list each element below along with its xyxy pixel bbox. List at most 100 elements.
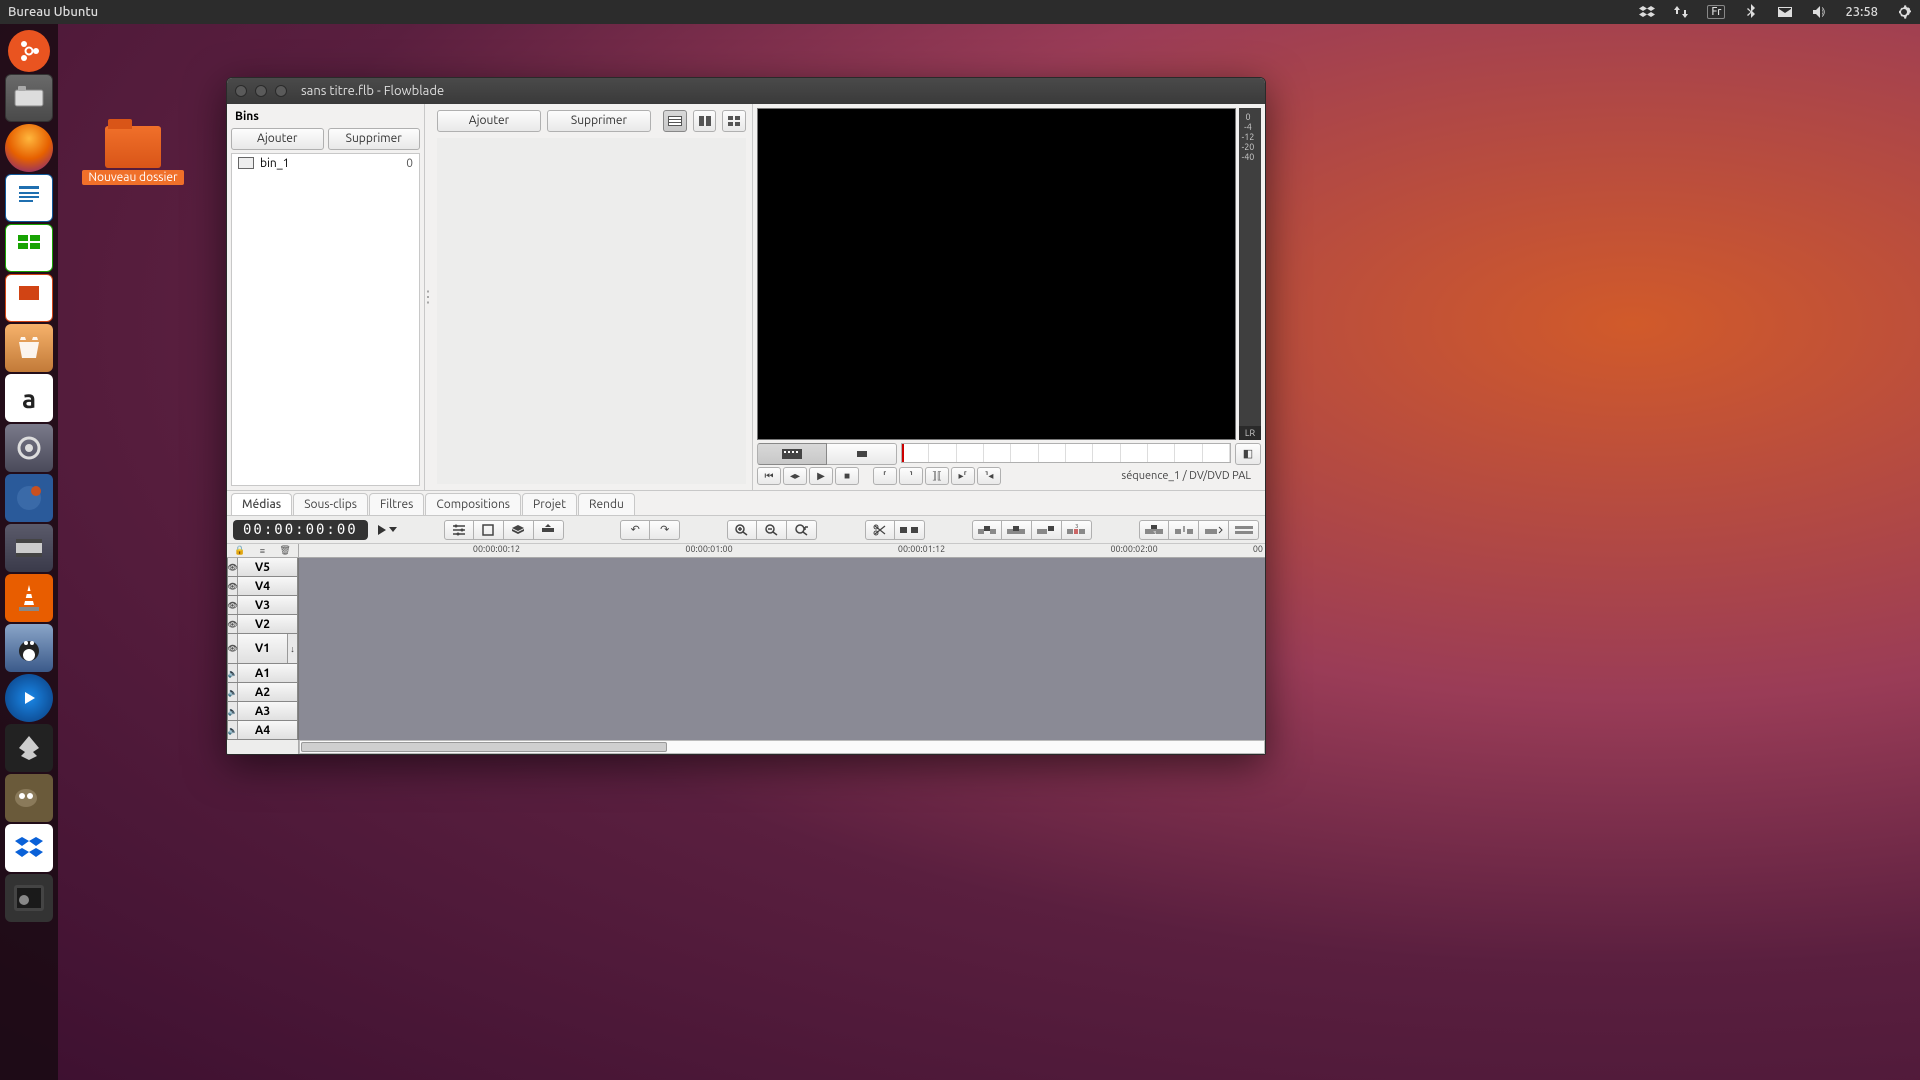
zoom-fit-icon[interactable] (787, 520, 817, 540)
stop-icon[interactable]: ■ (835, 467, 859, 485)
app-launcher-icon-1[interactable] (5, 474, 53, 522)
goto-in-icon[interactable]: ▸⸢ (951, 467, 975, 485)
monitor-mode-film-icon[interactable] (757, 443, 827, 465)
calc-launcher-icon[interactable] (5, 224, 53, 272)
close-icon[interactable] (235, 85, 247, 97)
firefox-launcher-icon[interactable] (5, 124, 53, 172)
volume-tray-icon[interactable] (1811, 4, 1827, 20)
redo-icon[interactable]: ↷ (650, 520, 680, 540)
track-mute-icon[interactable]: 🔈 (228, 683, 238, 701)
tab-filtres[interactable]: Filtres (369, 493, 424, 515)
tab-medias[interactable]: Médias (231, 493, 292, 515)
hscroll-track[interactable] (299, 740, 1265, 754)
gear-tray-icon[interactable] (1896, 4, 1912, 20)
track-expand-icon[interactable]: ↓ (287, 634, 297, 663)
keyboard-lang-indicator[interactable]: Fr (1707, 5, 1725, 19)
zoom-in-icon[interactable] (727, 520, 757, 540)
ruler-head-icons[interactable]: 🔒 ≡ 🗑 (227, 544, 299, 557)
media-delete-button[interactable]: Supprimer (547, 110, 651, 132)
track-visibility-icon[interactable]: 👁 (228, 634, 238, 663)
track-header-v5[interactable]: 👁V5 (227, 558, 298, 577)
three-point-icon[interactable]: 3 (1062, 520, 1092, 540)
resync-icon[interactable] (1229, 520, 1259, 540)
track-header-a2[interactable]: 🔈A2 (227, 683, 298, 702)
tab-rendu[interactable]: Rendu (578, 493, 635, 515)
bins-list[interactable]: bin_1 0 (231, 153, 420, 486)
inkscape-launcher-icon[interactable] (5, 724, 53, 772)
playhead-icon[interactable] (902, 444, 904, 462)
extract-icon[interactable] (1169, 520, 1199, 540)
software-center-icon[interactable] (5, 324, 53, 372)
video-editor-icon[interactable] (5, 524, 53, 572)
writer-launcher-icon[interactable] (5, 174, 53, 222)
overwrite-icon[interactable] (1002, 520, 1032, 540)
settings-launcher-icon[interactable] (5, 424, 53, 472)
tool-layers-icon[interactable] (504, 520, 534, 540)
step-back-icon[interactable]: ◂▸ (783, 467, 807, 485)
monitor-scrub-track[interactable] (901, 443, 1231, 463)
timeline-ruler[interactable]: 00:00:00:12 00:00:01:00 00:00:01:12 00:0… (299, 544, 1265, 557)
gimp-launcher-icon[interactable] (5, 774, 53, 822)
media-view-grid-icon[interactable] (722, 110, 746, 132)
insert-icon[interactable] (972, 520, 1002, 540)
hscroll-thumb[interactable] (301, 742, 667, 752)
media-view-columns-icon[interactable] (693, 110, 717, 132)
track-header-v3[interactable]: 👁V3 (227, 596, 298, 615)
minimize-icon[interactable] (255, 85, 267, 97)
track-mute-icon[interactable]: 🔈 (228, 664, 238, 682)
track-header-v4[interactable]: 👁V4 (227, 577, 298, 596)
undo-icon[interactable]: ↶ (620, 520, 650, 540)
ripple-delete-icon[interactable] (1199, 520, 1229, 540)
list-icon[interactable]: ≡ (260, 546, 265, 556)
splice-icon[interactable] (895, 520, 925, 540)
zoom-out-icon[interactable] (757, 520, 787, 540)
monitor-mode-clip-icon[interactable] (827, 443, 897, 465)
tool-keyframe-icon[interactable] (534, 520, 564, 540)
monitor-view[interactable] (757, 108, 1236, 440)
track-header-a4[interactable]: 🔈A4 (227, 721, 298, 740)
bin-row[interactable]: bin_1 0 (232, 154, 419, 173)
track-header-a1[interactable]: 🔈A1 (227, 664, 298, 683)
media-player-icon[interactable] (5, 674, 53, 722)
tab-compositions[interactable]: Compositions (425, 493, 521, 515)
play-menu-button[interactable] (378, 525, 397, 535)
app-launcher-icon-2[interactable] (5, 624, 53, 672)
track-visibility-icon[interactable]: 👁 (228, 577, 238, 595)
lift-icon[interactable]: 3 (1139, 520, 1169, 540)
tab-sousclips[interactable]: Sous-clips (293, 493, 368, 515)
clock[interactable]: 23:58 (1845, 5, 1878, 19)
mark-in-icon[interactable]: ⸢ (873, 467, 897, 485)
tool-frame-icon[interactable] (474, 520, 504, 540)
cut-icon[interactable] (865, 520, 895, 540)
mark-out-icon[interactable]: ⸣ (899, 467, 923, 485)
track-visibility-icon[interactable]: 👁 (228, 558, 238, 576)
maximize-icon[interactable] (275, 85, 287, 97)
window-titlebar[interactable]: sans titre.flb - Flowblade (227, 78, 1265, 104)
bluetooth-tray-icon[interactable] (1743, 4, 1759, 20)
tab-projet[interactable]: Projet (522, 493, 577, 515)
skip-back-icon[interactable]: ⏮ (757, 467, 781, 485)
play-icon[interactable]: ▶ (809, 467, 833, 485)
mail-tray-icon[interactable] (1777, 4, 1793, 20)
network-tray-icon[interactable] (1673, 4, 1689, 20)
track-header-v1[interactable]: 👁V1↓ (227, 634, 298, 664)
dropbox-launcher-icon[interactable] (5, 824, 53, 872)
append-icon[interactable] (1032, 520, 1062, 540)
trash-icon[interactable]: 🗑 (279, 545, 290, 556)
vlc-launcher-icon[interactable] (5, 574, 53, 622)
media-view-details-icon[interactable] (663, 110, 687, 132)
goto-out-icon[interactable]: ⸣◂ (977, 467, 1001, 485)
media-grid[interactable] (437, 138, 746, 484)
dropbox-tray-icon[interactable] (1639, 4, 1655, 20)
tool-sliders-icon[interactable] (444, 520, 474, 540)
bins-add-button[interactable]: Ajouter (231, 128, 324, 150)
media-add-button[interactable]: Ajouter (437, 110, 541, 132)
track-header-a3[interactable]: 🔈A3 (227, 702, 298, 721)
clear-marks-icon[interactable]: ⟧⟦ (925, 467, 949, 485)
bins-delete-button[interactable]: Supprimer (328, 128, 421, 150)
impress-launcher-icon[interactable] (5, 274, 53, 322)
timecode-display[interactable]: 00:00:00:00 (233, 520, 368, 540)
timeline-canvas[interactable] (299, 558, 1265, 740)
lock-icon[interactable]: 🔒 (234, 545, 245, 556)
files-launcher-icon[interactable] (5, 74, 53, 122)
